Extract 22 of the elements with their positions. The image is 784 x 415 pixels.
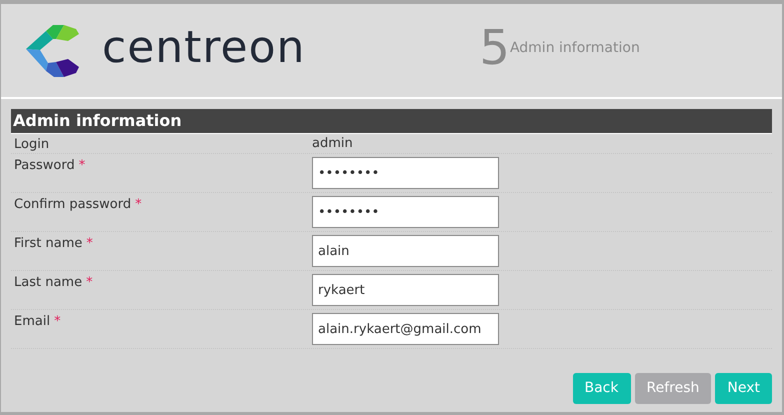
input-field[interactable]: rykaert bbox=[312, 274, 499, 306]
input-field[interactable]: alain.rykaert@gmail.com bbox=[312, 313, 499, 345]
field-label: Confirm password bbox=[14, 196, 132, 214]
input-field[interactable]: •••••••• bbox=[312, 157, 499, 189]
field-label: Login bbox=[14, 136, 50, 154]
logo-text: centreon bbox=[102, 26, 306, 74]
field-label: Email bbox=[14, 313, 50, 331]
required-mark: * bbox=[86, 235, 93, 253]
required-mark: * bbox=[86, 274, 93, 292]
input-field[interactable]: alain bbox=[312, 235, 499, 267]
field-label: Password bbox=[14, 157, 75, 175]
field-label: First name bbox=[14, 235, 82, 253]
section-title: Admin information bbox=[11, 109, 772, 134]
step-title: Admin information bbox=[510, 39, 640, 58]
field-value: admin bbox=[312, 134, 353, 153]
required-mark: * bbox=[54, 313, 61, 331]
required-mark: * bbox=[135, 196, 142, 214]
field-label: Last name bbox=[14, 274, 82, 292]
logo-icon bbox=[26, 24, 80, 76]
step-number: 5 bbox=[479, 24, 510, 72]
required-mark: * bbox=[78, 157, 86, 175]
input-field[interactable]: •••••••• bbox=[312, 196, 499, 228]
